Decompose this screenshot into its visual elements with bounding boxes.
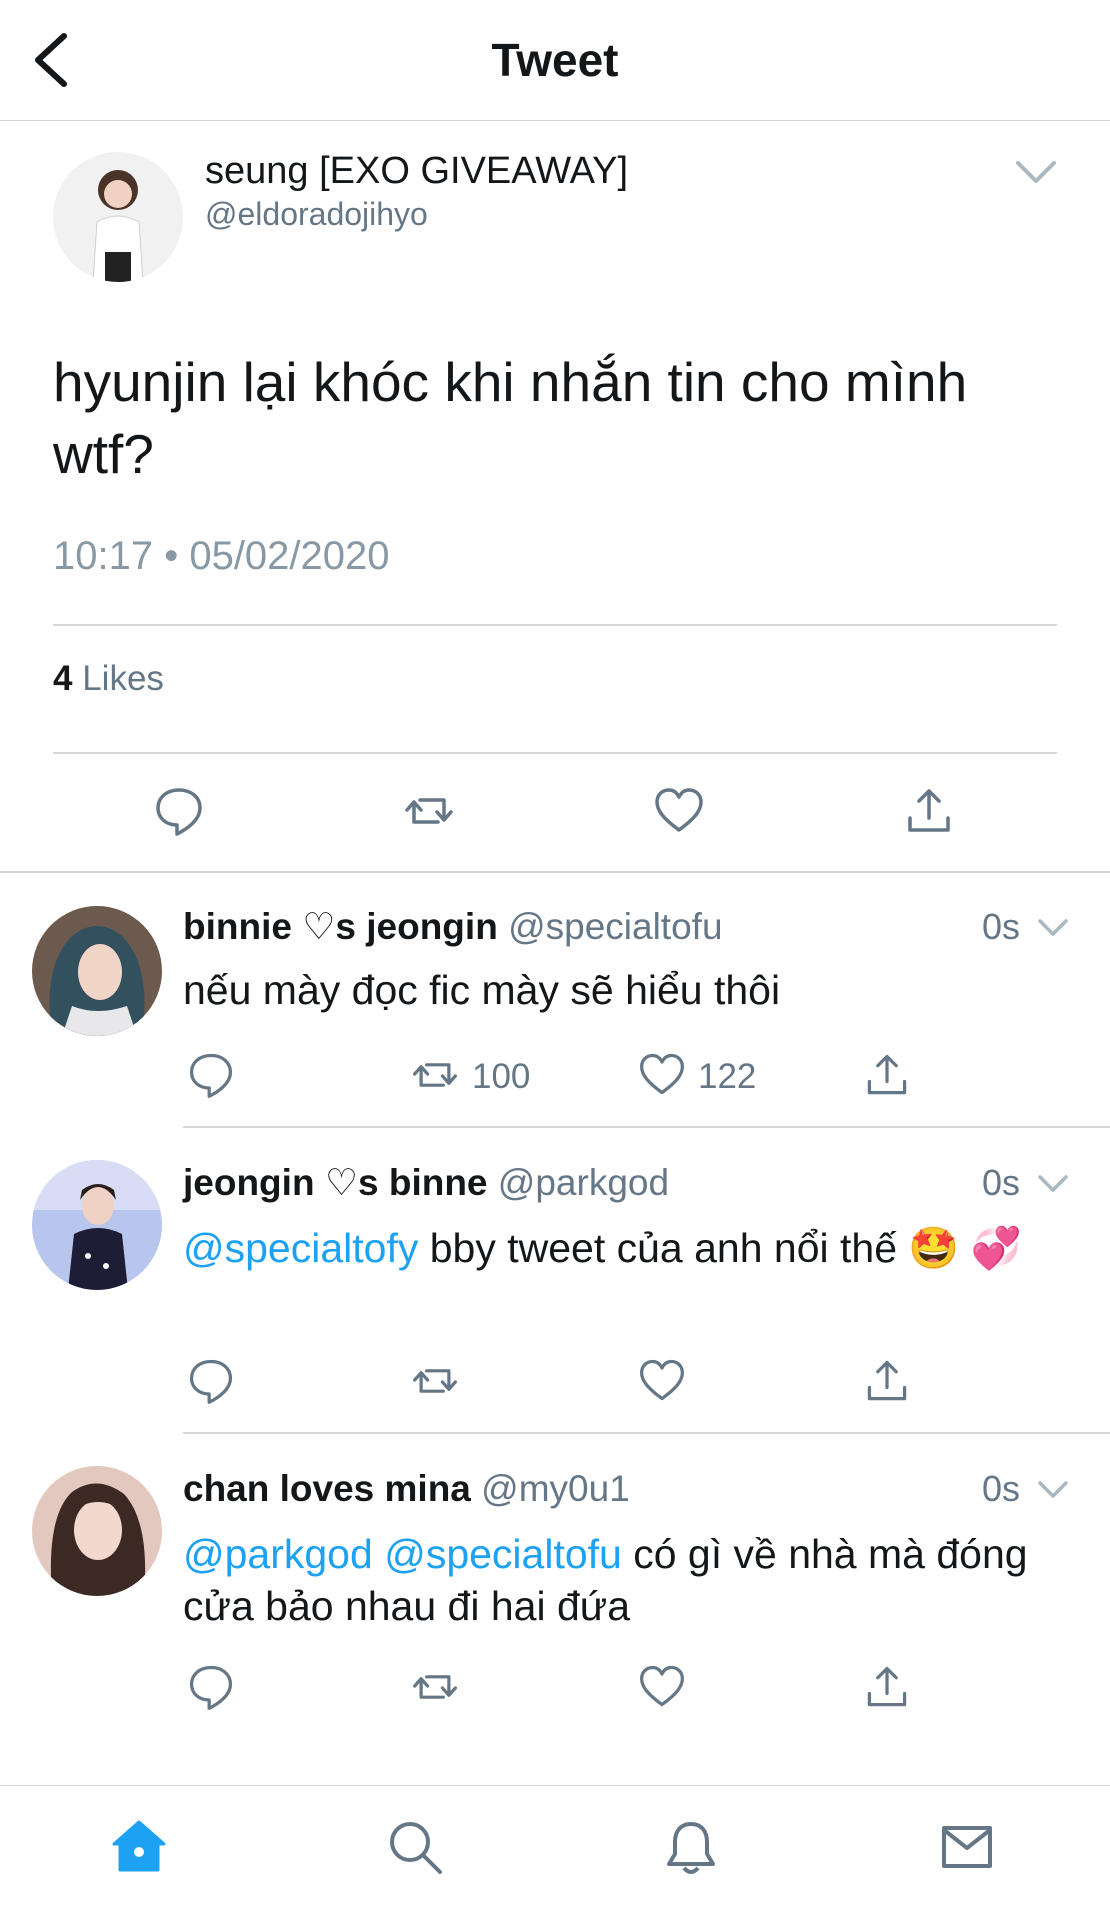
- messages-envelope-icon[interactable]: [936, 1816, 998, 1878]
- reply-handle[interactable]: @parkgod: [498, 1162, 669, 1203]
- reply-header: chan loves mina @my0u1: [183, 1466, 630, 1512]
- page-title: Tweet: [491, 34, 619, 86]
- like-heart-icon[interactable]: [637, 1356, 687, 1406]
- reply-text: @specialtofy bby tweet của anh nổi thế 🤩…: [183, 1222, 1043, 1274]
- retweet-icon[interactable]: [410, 1662, 460, 1712]
- avatar[interactable]: [32, 906, 162, 1036]
- divider: [183, 1432, 1110, 1434]
- home-icon[interactable]: [108, 1816, 170, 1878]
- share-icon[interactable]: [862, 1356, 912, 1406]
- like-heart-icon[interactable]: [637, 1662, 687, 1712]
- top-bar: Tweet: [0, 0, 1110, 121]
- retweet-icon[interactable]: [410, 1356, 460, 1406]
- reply-time: 0s: [982, 1468, 1021, 1509]
- author-display-name[interactable]: seung [EXO GIVEAWAY]: [205, 148, 628, 194]
- notifications-bell-icon[interactable]: [660, 1816, 722, 1878]
- chevron-down-icon[interactable]: [1036, 915, 1070, 941]
- reply-time: 0s: [982, 906, 1021, 947]
- retweet-count: 100: [472, 1057, 531, 1096]
- author-handle[interactable]: @eldoradojihyo: [205, 194, 428, 234]
- reply-icon[interactable]: [152, 784, 206, 838]
- like-heart-icon[interactable]: [652, 784, 706, 838]
- reply-text-body: bby tweet của anh nổi thế 🤩 💞: [418, 1225, 1022, 1271]
- mention-link[interactable]: @parkgod: [183, 1531, 373, 1577]
- chevron-down-icon[interactable]: [1036, 1477, 1070, 1503]
- mention-link[interactable]: @specialtofu: [384, 1531, 622, 1577]
- search-icon[interactable]: [384, 1816, 446, 1878]
- reply-text: nếu mày đọc fic mày sẽ hiểu thôi: [183, 967, 781, 1013]
- tweet-text: hyunjin lại khóc khi nhắn tin cho mình w…: [53, 351, 968, 485]
- reply-display-name[interactable]: chan loves mina: [183, 1468, 471, 1509]
- reply-handle[interactable]: @my0u1: [481, 1468, 630, 1509]
- likes-summary[interactable]: 4 Likes: [53, 655, 164, 703]
- reply-display-name[interactable]: jeongin ♡s binne: [183, 1162, 488, 1203]
- chevron-down-icon[interactable]: [1036, 1171, 1070, 1197]
- avatar[interactable]: [32, 1466, 162, 1596]
- chevron-down-icon[interactable]: [1013, 155, 1059, 189]
- reply-text: @parkgod @specialtofu có gì về nhà mà đó…: [183, 1528, 1043, 1632]
- reply-icon[interactable]: [186, 1662, 236, 1712]
- like-heart-icon[interactable]: [637, 1050, 687, 1100]
- divider: [53, 752, 1057, 754]
- divider: [53, 624, 1057, 626]
- reply-icon[interactable]: [186, 1050, 236, 1100]
- tweet-timestamp: 10:17 • 05/02/2020: [53, 534, 390, 578]
- retweet-icon[interactable]: [402, 784, 456, 838]
- divider: [183, 1126, 1110, 1128]
- retweet-icon[interactable]: [410, 1050, 460, 1100]
- reply-icon[interactable]: [186, 1356, 236, 1406]
- reply-header: jeongin ♡s binne @parkgod: [183, 1160, 669, 1206]
- reply-display-name[interactable]: binnie ♡s jeongin: [183, 906, 498, 947]
- divider: [0, 871, 1110, 873]
- bottom-tab-bar: [0, 1785, 1110, 1921]
- reply-handle[interactable]: @specialtofu: [508, 906, 722, 947]
- avatar[interactable]: [53, 152, 183, 282]
- reply-time: 0s: [982, 1162, 1021, 1203]
- likes-label: Likes: [82, 659, 164, 698]
- share-icon[interactable]: [862, 1050, 912, 1100]
- mention-link[interactable]: @specialtofy: [183, 1225, 418, 1271]
- share-icon[interactable]: [862, 1662, 912, 1712]
- like-count: 122: [698, 1057, 757, 1096]
- share-icon[interactable]: [902, 784, 956, 838]
- likes-count: 4: [53, 659, 73, 698]
- reply-header: binnie ♡s jeongin @specialtofu: [183, 904, 723, 950]
- avatar[interactable]: [32, 1160, 162, 1290]
